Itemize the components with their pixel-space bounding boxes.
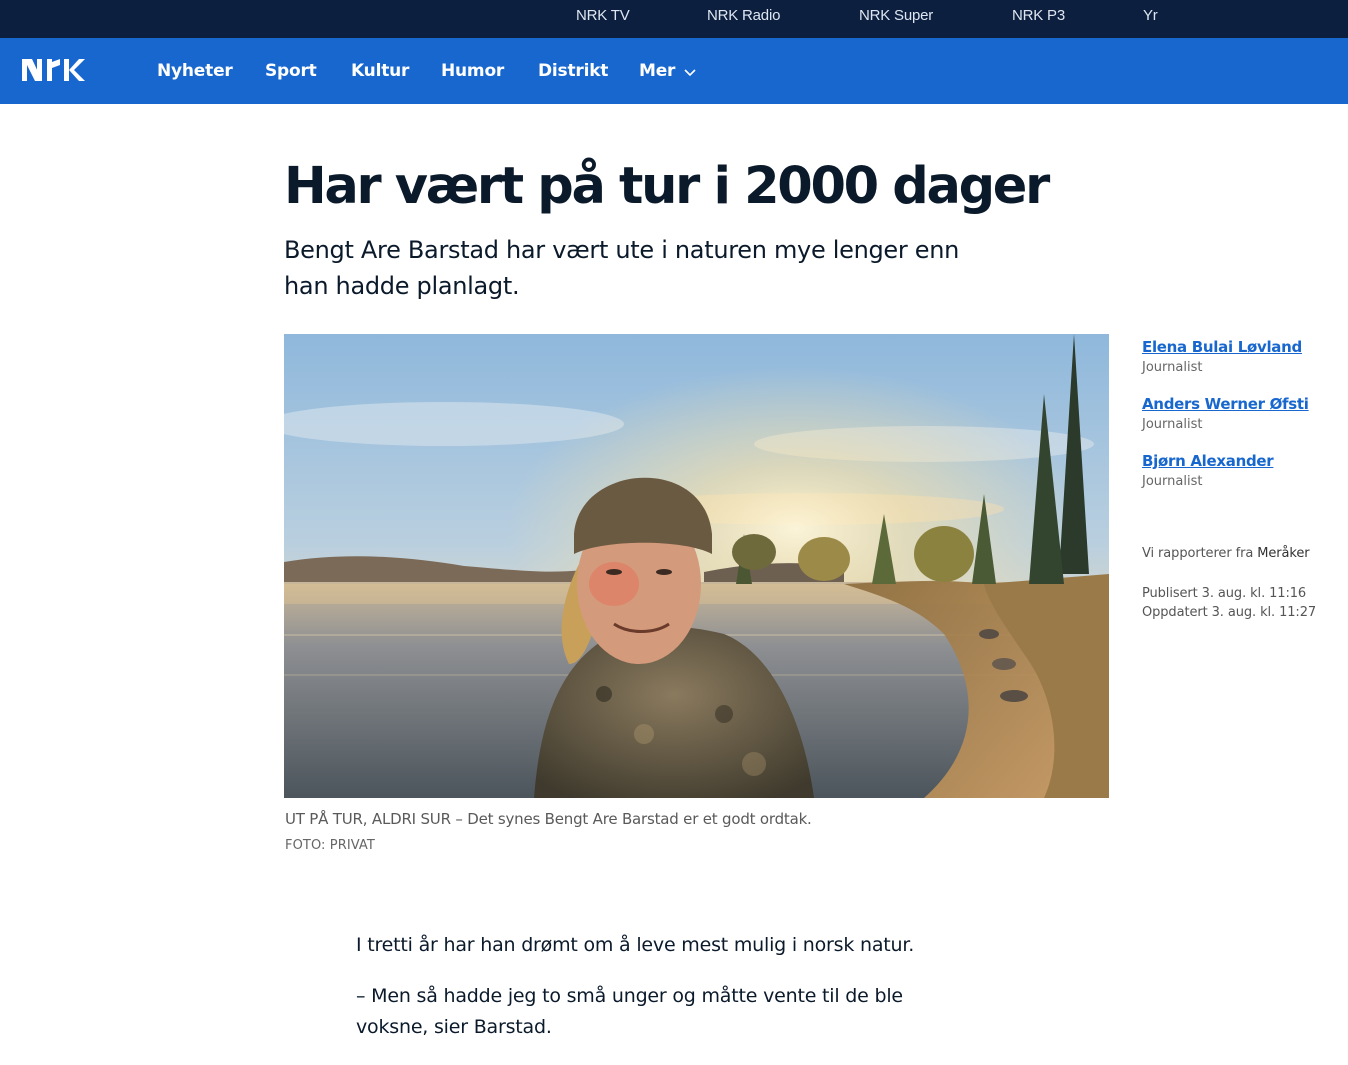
service-bar: NRK TV NRK Radio NRK Super NRK P3 Yr	[0, 0, 1348, 38]
nrk-tv-link[interactable]: NRK TV	[576, 0, 630, 32]
nav-kultur[interactable]: Kultur	[351, 38, 409, 104]
author-name-link[interactable]: Anders Werner Øfsti	[1142, 393, 1309, 415]
nav-humor[interactable]: Humor	[441, 38, 504, 104]
main-navigation: Nyheter Sport Kultur Humor Distrikt Mer	[0, 38, 1348, 104]
reporting-location: Vi rapporterer fra Meråker	[1142, 544, 1310, 564]
author-role: Journalist	[1142, 360, 1203, 375]
author-role: Journalist	[1142, 417, 1203, 432]
article-image[interactable]	[284, 334, 1109, 798]
yr-link[interactable]: Yr	[1143, 0, 1158, 32]
photo-lake-selfie	[284, 334, 1109, 798]
article-paragraph: I tretti år har han drømt om å leve mest…	[356, 934, 915, 956]
nrk-radio-link[interactable]: NRK Radio	[707, 0, 780, 32]
author: Anders Werner Øfsti Journalist	[1142, 393, 1309, 435]
article-lead: Bengt Are Barstad har vært ute i naturen…	[284, 236, 960, 300]
author: Elena Bulai Løvland Journalist	[1142, 336, 1302, 378]
nrk-logo[interactable]	[22, 58, 86, 82]
nav-sport[interactable]: Sport	[265, 38, 317, 104]
article-paragraph: – Men så hadde jeg to små unger og måtte…	[356, 985, 903, 1038]
image-caption: UT PÅ TUR, ALDRI SUR – Det synes Bengt A…	[285, 810, 812, 828]
image-credit: FOTO: PRIVAT	[285, 838, 375, 853]
nav-distrikt[interactable]: Distrikt	[538, 38, 608, 104]
author: Bjørn Alexander Journalist	[1142, 450, 1274, 492]
reporting-label: Vi rapporterer fra	[1142, 546, 1254, 561]
reporting-place: Meråker	[1257, 546, 1310, 561]
author-name-link[interactable]: Bjørn Alexander	[1142, 450, 1274, 472]
author-name-link[interactable]: Elena Bulai Løvland	[1142, 336, 1302, 358]
updated-date: Oppdatert 3. aug. kl. 11:27	[1142, 605, 1317, 620]
article-title: Har vært på tur i 2000 dager	[284, 157, 1050, 216]
nav-mer[interactable]: Mer	[639, 38, 675, 104]
nav-nyheter[interactable]: Nyheter	[157, 38, 233, 104]
published-date: Publisert 3. aug. kl. 11:16	[1142, 586, 1307, 601]
nrk-logo-icon	[22, 59, 85, 81]
nrk-p3-link[interactable]: NRK P3	[1012, 0, 1065, 32]
nrk-super-link[interactable]: NRK Super	[859, 0, 933, 32]
author-role: Journalist	[1142, 474, 1203, 489]
chevron-down-icon[interactable]	[683, 68, 697, 77]
